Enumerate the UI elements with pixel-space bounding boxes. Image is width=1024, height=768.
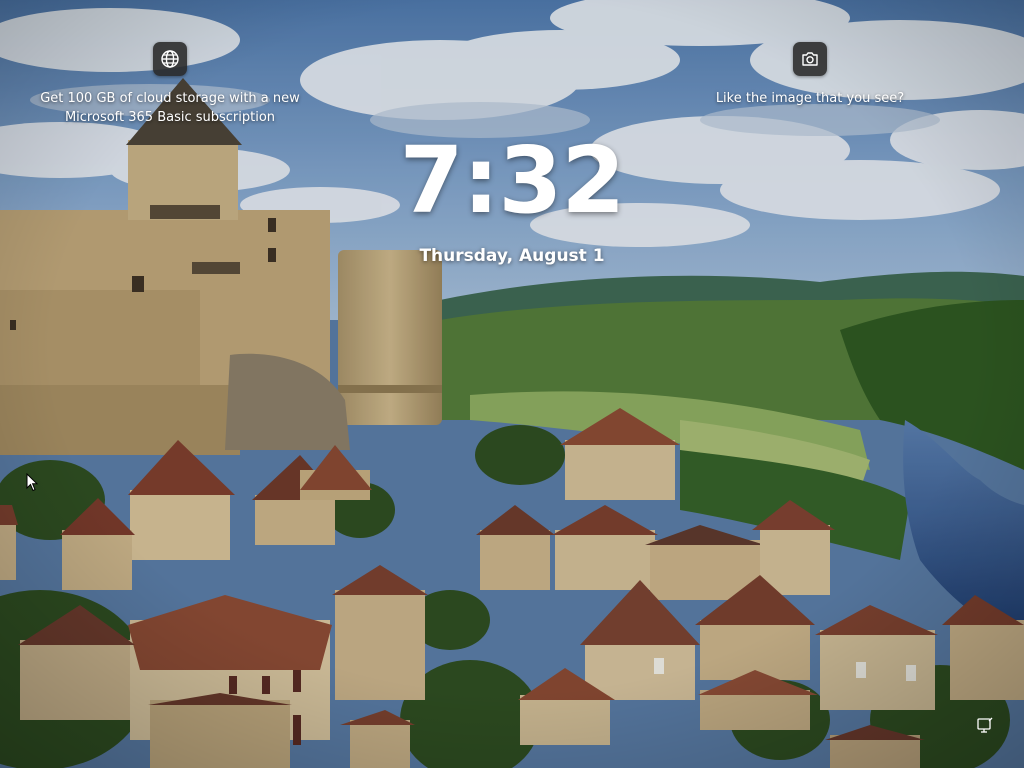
cloud-storage-widget[interactable]: Get 100 GB of cloud storage with a new M… (20, 42, 320, 127)
image-feedback-text[interactable]: Like the image that you see? (716, 89, 904, 108)
lock-screen-time: 7:32 (399, 127, 626, 234)
globe-icon[interactable] (153, 42, 187, 76)
lock-screen-date: Thursday, August 1 (419, 246, 605, 266)
camera-icon[interactable] (793, 42, 827, 76)
image-feedback-widget[interactable]: Like the image that you see? (690, 42, 930, 108)
mouse-cursor-icon (26, 473, 38, 492)
cloud-storage-text[interactable]: Get 100 GB of cloud storage with a new M… (20, 89, 320, 127)
network-icon[interactable] (976, 717, 994, 735)
lock-screen[interactable]: Get 100 GB of cloud storage with a new M… (0, 0, 1024, 768)
